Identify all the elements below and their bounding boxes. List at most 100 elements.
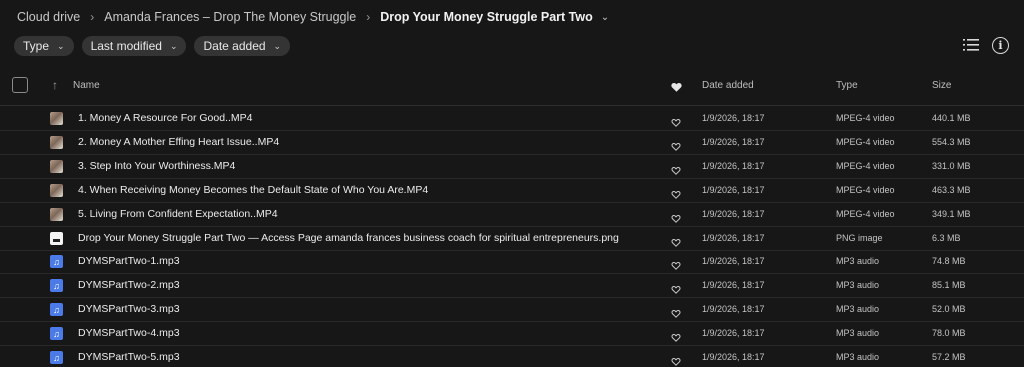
type-column-header[interactable]: Type: [836, 80, 858, 91]
table-row[interactable]: ♫ DYMSPartTwo-4.mp3 1/9/2026, 18:17 MP3 aud…: [0, 322, 1024, 347]
file-date-added: 1/9/2026, 18:17: [702, 136, 765, 147]
last-modified-filter-label: Last modified: [90, 39, 162, 53]
table-row[interactable]: 4. When Receiving Money Becomes the Defa…: [0, 179, 1024, 203]
file-date-added: 1/9/2026, 18:17: [702, 328, 765, 339]
file-type: MPEG-4 video: [836, 184, 895, 195]
file-name[interactable]: 2. Money A Mother Effing Heart Issue..MP…: [78, 136, 279, 148]
breadcrumb-root[interactable]: Cloud drive: [17, 10, 80, 24]
file-size: 440.1 MB: [932, 113, 971, 123]
date-added-filter-button[interactable]: Date added ⌄: [194, 36, 291, 56]
chevron-down-icon: ⌄: [169, 40, 178, 51]
file-size: 6.3 MB: [932, 232, 961, 243]
table-row[interactable]: 3. Step Into Your Worthiness.MP4 1/9/2026…: [0, 155, 1024, 179]
heart-icon[interactable]: [671, 281, 681, 299]
heart-icon[interactable]: [671, 162, 681, 180]
last-modified-filter-button[interactable]: Last modified ⌄: [81, 36, 187, 56]
table-row[interactable]: ♫ DYMSPartTwo-5.mp3 1/9/2026, 18:17 MP3 aud…: [0, 346, 1024, 367]
file-type: MP3 audio: [836, 256, 880, 267]
date-added-column-header[interactable]: Date added: [702, 80, 754, 91]
file-name[interactable]: 4. When Receiving Money Becomes the Defa…: [78, 184, 428, 196]
file-date-added: 1/9/2026, 18:17: [702, 304, 765, 315]
file-size: 85.1 MB: [932, 280, 966, 291]
chevron-down-icon: ⌄: [57, 40, 65, 51]
heart-icon[interactable]: [671, 186, 681, 204]
breadcrumb-current[interactable]: Drop Your Money Struggle Part Two: [380, 10, 593, 24]
file-date-added: 1/9/2026, 18:17: [702, 160, 765, 171]
video-thumbnail: [50, 159, 63, 173]
file-name[interactable]: DYMSPartTwo-1.mp3: [78, 255, 180, 267]
heart-icon[interactable]: [671, 138, 681, 156]
file-size: 554.3 MB: [932, 136, 971, 147]
file-type: MPEG-4 video: [836, 208, 895, 219]
table-row[interactable]: 5. Living From Confident Expectation..MP…: [0, 203, 1024, 227]
heart-icon[interactable]: [671, 305, 681, 323]
heart-icon[interactable]: [671, 257, 681, 275]
list-view-icon[interactable]: [963, 38, 979, 52]
file-type: MP3 audio: [836, 352, 880, 362]
audio-file-icon: ♫: [50, 303, 63, 317]
file-size: 331.0 MB: [932, 160, 971, 171]
name-column-header[interactable]: Name: [73, 80, 100, 91]
breadcrumb-separator-icon: ›: [90, 10, 95, 24]
date-added-filter-label: Date added: [203, 39, 266, 53]
table-row[interactable]: 1. Money A Resource For Good..MP4 1/9/202…: [0, 107, 1024, 131]
audio-file-icon: ♫: [50, 327, 63, 341]
heart-icon[interactable]: [671, 353, 681, 367]
file-type: PNG image: [836, 232, 883, 243]
file-type: MPEG-4 video: [836, 113, 895, 123]
file-date-added: 1/9/2026, 18:17: [702, 280, 765, 291]
heart-icon[interactable]: [671, 329, 681, 347]
audio-file-icon: ♫: [50, 279, 63, 293]
file-date-added: 1/9/2026, 18:17: [702, 352, 765, 362]
file-size: 349.1 MB: [932, 208, 971, 219]
heart-icon[interactable]: [671, 114, 681, 132]
file-name[interactable]: Drop Your Money Struggle Part Two — Acce…: [78, 232, 619, 244]
table-row[interactable]: 2. Money A Mother Effing Heart Issue..MP…: [0, 131, 1024, 155]
file-name[interactable]: DYMSPartTwo-3.mp3: [78, 303, 180, 315]
file-name[interactable]: 1. Money A Resource For Good..MP4: [78, 112, 253, 124]
file-name[interactable]: DYMSPartTwo-4.mp3: [78, 327, 180, 339]
heart-icon[interactable]: [671, 79, 682, 97]
file-size: 52.0 MB: [932, 304, 966, 315]
breadcrumb-parent[interactable]: Amanda Frances – Drop The Money Struggle: [104, 10, 356, 24]
table-row[interactable]: Drop Your Money Struggle Part Two — Acce…: [0, 227, 1024, 251]
select-all-checkbox[interactable]: [12, 77, 28, 93]
info-icon[interactable]: i: [992, 37, 1009, 54]
file-name[interactable]: DYMSPartTwo-2.mp3: [78, 279, 180, 291]
breadcrumb-separator-icon: ›: [366, 10, 371, 24]
table-header: ↑ Name Date added Type Size: [0, 74, 1024, 106]
file-size: 78.0 MB: [932, 328, 966, 339]
table-row[interactable]: ♫ DYMSPartTwo-2.mp3 1/9/2026, 18:17 MP3 aud…: [0, 274, 1024, 299]
file-date-added: 1/9/2026, 18:17: [702, 208, 765, 219]
filter-bar: Type ⌄ Last modified ⌄ Date added ⌄: [14, 36, 291, 56]
file-date-added: 1/9/2026, 18:17: [702, 256, 765, 267]
chevron-down-icon[interactable]: ⌄: [601, 12, 609, 23]
breadcrumb: Cloud drive › Amanda Frances – Drop The …: [17, 9, 609, 25]
type-filter-button[interactable]: Type ⌄: [14, 36, 74, 56]
table-row[interactable]: ♫ DYMSPartTwo-3.mp3 1/9/2026, 18:17 MP3 aud…: [0, 298, 1024, 323]
video-thumbnail: [50, 207, 63, 221]
file-name[interactable]: 5. Living From Confident Expectation..MP…: [78, 208, 278, 220]
file-name[interactable]: 3. Step Into Your Worthiness.MP4: [78, 160, 235, 172]
file-size: 57.2 MB: [932, 352, 966, 362]
type-filter-label: Type: [23, 39, 50, 53]
file-type: MP3 audio: [836, 304, 880, 315]
file-type: MPEG-4 video: [836, 136, 895, 147]
file-date-added: 1/9/2026, 18:17: [702, 184, 765, 195]
audio-file-icon: ♫: [50, 255, 63, 269]
file-date-added: 1/9/2026, 18:17: [702, 232, 765, 243]
image-file-icon: [50, 231, 63, 245]
file-type: MP3 audio: [836, 328, 880, 339]
size-column-header[interactable]: Size: [932, 80, 951, 91]
file-type: MP3 audio: [836, 280, 880, 291]
file-name[interactable]: DYMSPartTwo-5.mp3: [78, 351, 180, 363]
arrow-up-icon[interactable]: ↑: [52, 78, 58, 92]
file-type: MPEG-4 video: [836, 160, 895, 171]
file-size: 463.3 MB: [932, 184, 971, 195]
heart-icon[interactable]: [671, 234, 681, 252]
table-row[interactable]: ♫ DYMSPartTwo-1.mp3 1/9/2026, 18:17 MP3 aud…: [0, 250, 1024, 275]
file-size: 74.8 MB: [932, 256, 966, 267]
heart-icon[interactable]: [671, 210, 681, 228]
file-date-added: 1/9/2026, 18:17: [702, 113, 765, 123]
video-thumbnail: [50, 112, 63, 125]
